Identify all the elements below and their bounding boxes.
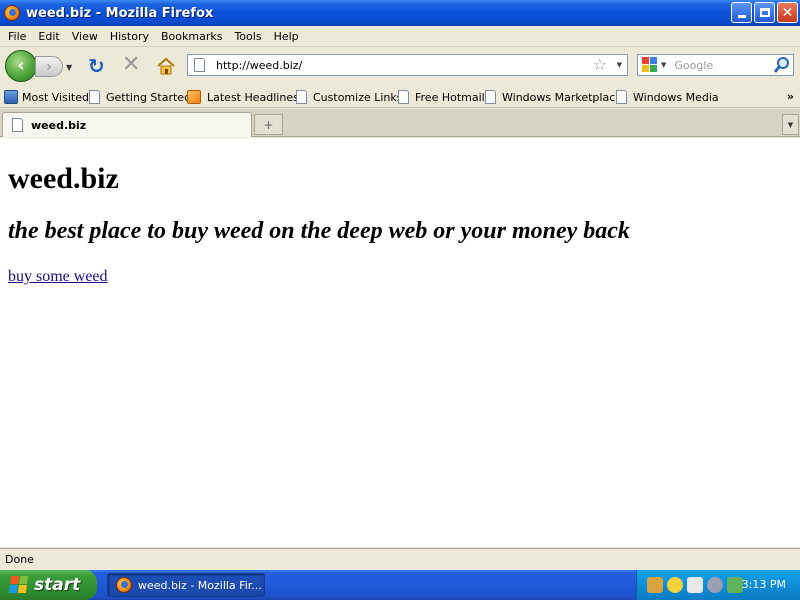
maximize-button[interactable]	[754, 2, 775, 23]
window-title: weed.biz - Mozilla Firefox	[26, 5, 214, 21]
plus-icon: +	[263, 117, 274, 132]
menu-tools[interactable]: Tools	[228, 30, 267, 43]
rss-icon	[187, 90, 201, 104]
taskbar: start weed.biz - Mozilla Fir... 3:13 PM	[0, 570, 800, 600]
new-tab-button[interactable]: +	[254, 114, 283, 135]
reload-button[interactable]: ↻	[88, 56, 108, 76]
vmware-icon[interactable]	[687, 577, 703, 593]
bookmark-windows-marketplace[interactable]: Windows Marketplace	[485, 86, 622, 108]
bookmark-label: Getting Started	[106, 90, 192, 104]
url-dropdown-icon[interactable]: ▼	[617, 61, 622, 69]
page-icon	[12, 118, 23, 132]
chevron-down-icon: ▼	[787, 120, 794, 129]
volume-icon[interactable]	[707, 577, 723, 593]
bookmark-latest-headlines[interactable]: Latest Headlines	[187, 86, 299, 108]
tab-weed-biz[interactable]: weed.biz	[2, 112, 252, 137]
star-icon[interactable]: ☆	[593, 56, 607, 74]
title-bar[interactable]: weed.biz - Mozilla Firefox ✕	[0, 0, 800, 26]
minimize-icon	[737, 15, 746, 18]
back-icon: ‹	[17, 55, 25, 76]
bookmark-windows-media[interactable]: Windows Media	[616, 86, 719, 108]
window-controls: ✕	[731, 2, 798, 23]
google-icon[interactable]	[642, 57, 658, 73]
bookmark-label: Windows Marketplace	[502, 90, 623, 104]
search-bar[interactable]: ▼ Google	[637, 54, 794, 76]
close-icon: ✕	[781, 4, 794, 21]
bookmark-label: Customize Links	[313, 90, 403, 104]
bookmark-label: Windows Media	[633, 90, 719, 104]
search-input[interactable]: Google	[674, 59, 713, 72]
network-icon[interactable]	[647, 577, 663, 593]
menu-edit[interactable]: Edit	[32, 30, 65, 43]
url-input[interactable]: http://weed.biz/	[216, 59, 302, 72]
menu-bar: File Edit View History Bookmarks Tools H…	[0, 26, 800, 46]
menu-bookmarks[interactable]: Bookmarks	[155, 30, 228, 43]
menu-history[interactable]: History	[104, 30, 155, 43]
start-button[interactable]: start	[0, 570, 97, 600]
update-icon[interactable]	[727, 577, 743, 593]
search-icon[interactable]	[774, 56, 790, 74]
restore-icon	[759, 8, 770, 17]
page-icon	[616, 90, 627, 104]
history-dropdown-icon[interactable]: ▼	[66, 63, 72, 72]
stop-button[interactable]: ✕	[122, 54, 142, 76]
bookmarks-toolbar: Most Visited Getting Started Latest Head…	[0, 86, 800, 108]
most-visited-icon	[4, 90, 18, 104]
page-heading: weed.biz	[8, 162, 119, 195]
bookmark-label: Free Hotmail	[415, 90, 485, 104]
status-bar: Done	[0, 548, 800, 569]
firefox-icon	[116, 577, 132, 593]
taskbar-item-label: weed.biz - Mozilla Fir...	[138, 578, 262, 592]
page-content[interactable]: weed.biz the best place to buy weed on t…	[0, 138, 800, 547]
security-shield-icon[interactable]	[667, 577, 683, 593]
page-icon	[89, 90, 100, 104]
bookmark-label: Most Visited	[22, 90, 89, 104]
menu-file[interactable]: File	[2, 30, 32, 43]
forward-button[interactable]: ›	[35, 56, 63, 77]
windows-logo-icon	[8, 576, 30, 594]
tab-bar: weed.biz + ▼	[0, 109, 800, 137]
menu-help[interactable]: Help	[268, 30, 305, 43]
firefox-icon	[4, 5, 20, 21]
search-engine-dropdown-icon[interactable]: ▼	[661, 61, 666, 69]
bookmarks-overflow-button[interactable]: »	[787, 90, 794, 103]
buy-link[interactable]: buy some weed	[8, 268, 108, 286]
page-icon	[296, 90, 307, 104]
tab-list-button[interactable]: ▼	[782, 114, 799, 135]
page-subheading: the best place to buy weed on the deep w…	[8, 218, 630, 244]
system-tray: 3:13 PM	[636, 570, 800, 600]
page-icon	[194, 58, 205, 72]
back-button[interactable]: ‹	[5, 50, 37, 82]
bookmark-customize-links[interactable]: Customize Links	[296, 86, 403, 108]
start-label: start	[34, 575, 81, 595]
page-icon	[485, 90, 496, 104]
menu-view[interactable]: View	[66, 30, 104, 43]
taskbar-firefox-item[interactable]: weed.biz - Mozilla Fir...	[107, 573, 265, 597]
url-bar[interactable]: http://weed.biz/ ☆ ▼	[187, 54, 628, 76]
minimize-button[interactable]	[731, 2, 752, 23]
bookmark-free-hotmail[interactable]: Free Hotmail	[398, 86, 485, 108]
forward-icon: ›	[46, 58, 52, 75]
bookmark-most-visited[interactable]: Most Visited	[4, 86, 89, 108]
bookmark-getting-started[interactable]: Getting Started	[89, 86, 191, 108]
close-button[interactable]: ✕	[777, 2, 798, 23]
home-button[interactable]	[156, 56, 176, 76]
tab-label: weed.biz	[31, 118, 87, 132]
bookmark-label: Latest Headlines	[207, 90, 299, 104]
clock[interactable]: 3:13 PM	[742, 578, 786, 591]
status-text: Done	[5, 552, 34, 566]
page-icon	[398, 90, 409, 104]
